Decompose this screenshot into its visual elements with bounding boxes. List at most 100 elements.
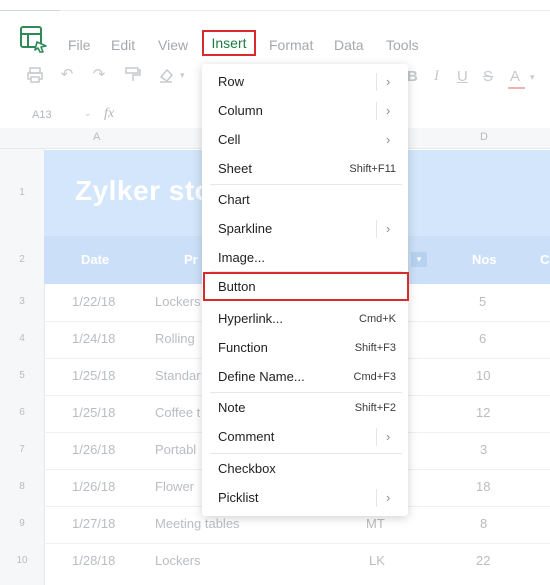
menu-item-sheet[interactable]: Sheet [218, 160, 252, 178]
sheet-logo-icon[interactable] [19, 24, 49, 54]
cell-date[interactable]: 1/28/18 [72, 553, 115, 568]
menu-item-row[interactable]: Row [218, 73, 244, 91]
cell-nos[interactable]: 18 [476, 479, 490, 494]
cell-reference[interactable]: A13 [32, 109, 52, 121]
cell-code[interactable]: MT [366, 516, 385, 531]
menu-item-image[interactable]: Image... [218, 249, 265, 267]
top-divider [0, 10, 550, 11]
cell-product[interactable]: Meeting tables [155, 516, 240, 531]
menu-divider [210, 184, 402, 185]
cell-date[interactable]: 1/25/18 [72, 405, 115, 420]
print-icon[interactable] [26, 66, 44, 84]
cell-nos[interactable]: 12 [476, 405, 490, 420]
header-next[interactable]: C [540, 252, 549, 267]
menu-item-comment[interactable]: Comment [218, 428, 274, 446]
filter-dropdown-icon[interactable]: ▾ [411, 252, 427, 267]
sheet-title[interactable]: Zylker sto [75, 175, 212, 207]
cell-code[interactable]: LK [369, 553, 385, 568]
menu-divider [210, 392, 402, 393]
clear-format-dropdown-icon[interactable]: ▾ [180, 70, 185, 81]
cell-reference-dropdown-icon[interactable]: ⌄ [84, 108, 92, 119]
cell-date[interactable]: 1/24/18 [72, 331, 115, 346]
cell-nos[interactable]: 8 [480, 516, 487, 531]
chevron-right-icon[interactable]: › [386, 102, 390, 120]
menu-format[interactable]: Format [269, 36, 313, 54]
font-color-indicator [508, 87, 525, 89]
bold-button[interactable]: B [407, 68, 418, 85]
row-number[interactable]: 1 [0, 187, 44, 198]
menu-item-sparkline[interactable]: Sparkline [218, 220, 272, 238]
undo-icon[interactable]: ↶ [58, 66, 76, 84]
clear-format-icon[interactable] [158, 66, 178, 84]
row-number[interactable]: 3 [0, 296, 44, 307]
menu-item-function[interactable]: Function [218, 339, 268, 357]
menu-edit[interactable]: Edit [111, 36, 135, 54]
cell-product[interactable]: Standar [155, 368, 201, 383]
cell-nos[interactable]: 22 [476, 553, 490, 568]
header-product[interactable]: Pr [184, 252, 198, 267]
header-date[interactable]: Date [81, 252, 109, 267]
shortcut-note: Shift+F2 [354, 402, 396, 414]
submenu-separator [376, 428, 377, 446]
chevron-right-icon[interactable]: › [386, 428, 390, 446]
row-number[interactable]: 4 [0, 333, 44, 344]
cell-nos[interactable]: 3 [480, 442, 487, 457]
chevron-right-icon[interactable]: › [386, 220, 390, 238]
cell-date[interactable]: 1/25/18 [72, 368, 115, 383]
chevron-right-icon[interactable]: › [386, 131, 390, 149]
cell-product[interactable]: Lockers [155, 294, 201, 309]
submenu-separator [376, 73, 377, 91]
menu-item-column[interactable]: Column [218, 102, 263, 120]
row-divider [44, 543, 550, 544]
menu-item-chart[interactable]: Chart [218, 191, 250, 209]
shortcut-sheet: Shift+F11 [349, 163, 396, 175]
menu-item-define-name[interactable]: Define Name... [218, 368, 305, 386]
cell-nos[interactable]: 10 [476, 368, 490, 383]
column-header-d[interactable]: D [480, 131, 488, 143]
cell-product[interactable]: Flower [155, 479, 194, 494]
cell-product[interactable]: Rolling [155, 331, 195, 346]
font-color-button[interactable]: A [510, 68, 520, 85]
menu-item-cell[interactable]: Cell [218, 131, 240, 149]
cell-date[interactable]: 1/27/18 [72, 516, 115, 531]
menu-insert[interactable]: Insert [202, 30, 256, 56]
chevron-right-icon[interactable]: › [386, 489, 390, 507]
menu-item-picklist[interactable]: Picklist [218, 489, 258, 507]
italic-button[interactable]: I [434, 68, 439, 85]
cell-nos[interactable]: 6 [479, 331, 486, 346]
strikethrough-button[interactable]: S [483, 68, 493, 85]
row-number[interactable]: 8 [0, 481, 44, 492]
cell-date[interactable]: 1/26/18 [72, 442, 115, 457]
menu-view[interactable]: View [158, 36, 188, 54]
cell-date[interactable]: 1/26/18 [72, 479, 115, 494]
redo-icon[interactable]: ↷ [90, 66, 108, 84]
submenu-separator [376, 220, 377, 238]
menu-file[interactable]: File [68, 36, 91, 54]
cell-product[interactable]: Portabl [155, 442, 196, 457]
cell-nos[interactable]: 5 [479, 294, 486, 309]
row-number[interactable]: 9 [0, 518, 44, 529]
submenu-separator [376, 489, 377, 507]
underline-button[interactable]: U [457, 68, 468, 85]
row-number[interactable]: 10 [0, 555, 44, 566]
shortcut-function: Shift+F3 [354, 342, 396, 354]
font-color-dropdown-icon[interactable]: ▾ [530, 72, 535, 83]
menu-data[interactable]: Data [334, 36, 364, 54]
row-number[interactable]: 6 [0, 407, 44, 418]
row-number[interactable]: 2 [0, 254, 44, 265]
menu-tools[interactable]: Tools [386, 36, 419, 54]
row-number[interactable]: 5 [0, 370, 44, 381]
cell-product[interactable]: Coffee t [155, 405, 200, 420]
row-number[interactable]: 7 [0, 444, 44, 455]
menu-item-note[interactable]: Note [218, 399, 245, 417]
function-icon[interactable]: fx [104, 106, 114, 122]
button-highlight-box [203, 272, 409, 301]
menu-item-hyperlink[interactable]: Hyperlink... [218, 310, 283, 328]
cell-date[interactable]: 1/22/18 [72, 294, 115, 309]
header-nos[interactable]: Nos [472, 252, 497, 267]
paint-format-icon[interactable] [124, 66, 142, 84]
chevron-right-icon[interactable]: › [386, 73, 390, 91]
cell-product[interactable]: Lockers [155, 553, 201, 568]
column-header-a[interactable]: A [93, 131, 100, 143]
menu-item-checkbox[interactable]: Checkbox [218, 460, 276, 478]
